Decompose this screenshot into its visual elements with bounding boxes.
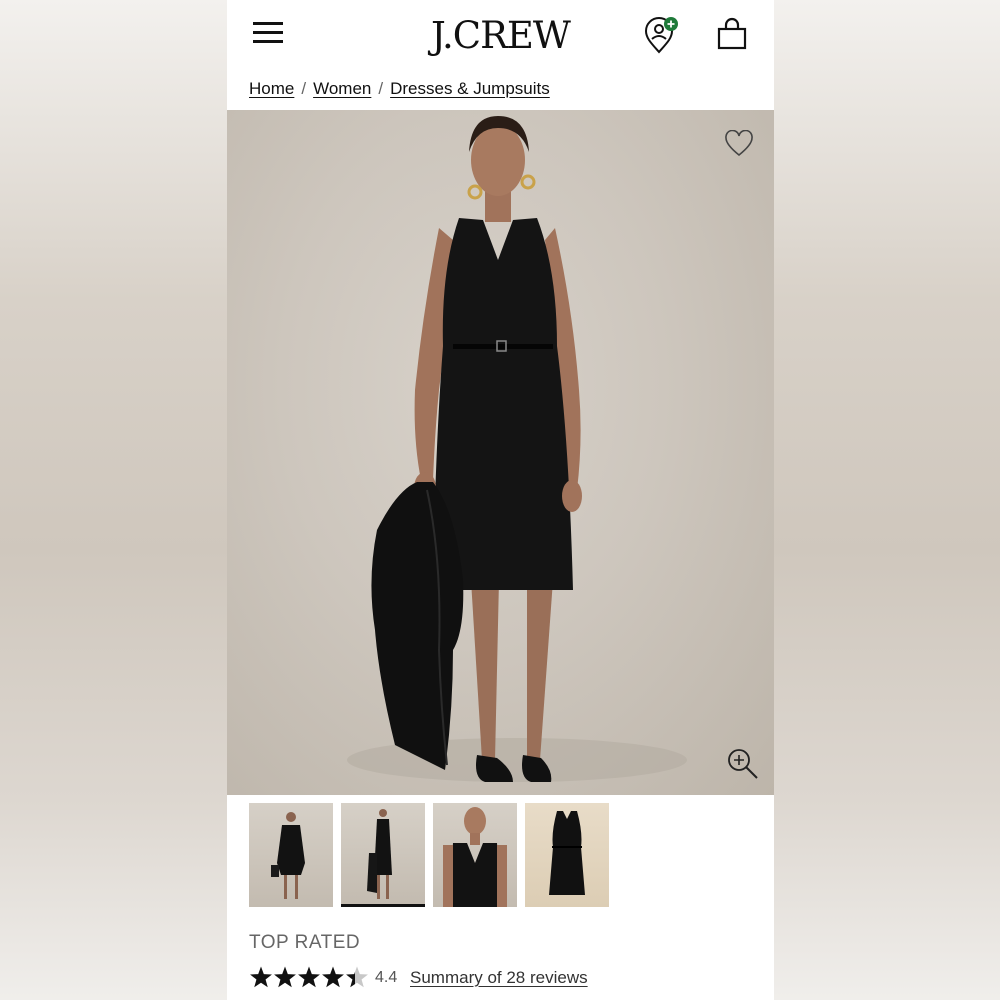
- thumbnail-4[interactable]: [525, 803, 609, 907]
- model-illustration: [347, 116, 687, 782]
- star-icon: [250, 966, 272, 988]
- thumbnail-3[interactable]: [433, 803, 517, 907]
- star-icon: [346, 966, 368, 988]
- breadcrumb-home[interactable]: Home: [249, 79, 294, 98]
- background-right-blur: [773, 0, 1000, 1000]
- store-locator-icon[interactable]: [641, 16, 681, 56]
- heart-icon[interactable]: [724, 129, 754, 158]
- thumbnail-2[interactable]: [341, 803, 425, 907]
- shopping-bag-icon[interactable]: [715, 17, 749, 51]
- top-rated-badge: TOP RATED: [249, 932, 361, 953]
- star-rating: [250, 966, 368, 988]
- breadcrumb-women[interactable]: Women: [313, 79, 371, 98]
- star-icon: [298, 966, 320, 988]
- thumbnail-1[interactable]: [249, 803, 333, 907]
- background-left-blur: [0, 0, 227, 1000]
- breadcrumb-dresses-jumpsuits[interactable]: Dresses & Jumpsuits: [390, 79, 550, 98]
- breadcrumb-separator: /: [301, 79, 307, 98]
- product-page: J.CREW Home / Women / Dresses & Jumpsuits: [227, 0, 774, 1000]
- reviews-summary-link[interactable]: Summary of 28 reviews: [410, 968, 588, 988]
- rating-value: 4.4: [375, 969, 398, 986]
- star-icon: [274, 966, 296, 988]
- product-hero-image[interactable]: [227, 110, 774, 795]
- brand-logo[interactable]: J.CREW: [227, 14, 774, 57]
- star-icon: [322, 966, 344, 988]
- zoom-in-icon[interactable]: [726, 747, 760, 781]
- site-header: J.CREW: [227, 0, 774, 70]
- breadcrumb: Home / Women / Dresses & Jumpsuits: [249, 79, 550, 99]
- breadcrumb-separator: /: [378, 79, 384, 98]
